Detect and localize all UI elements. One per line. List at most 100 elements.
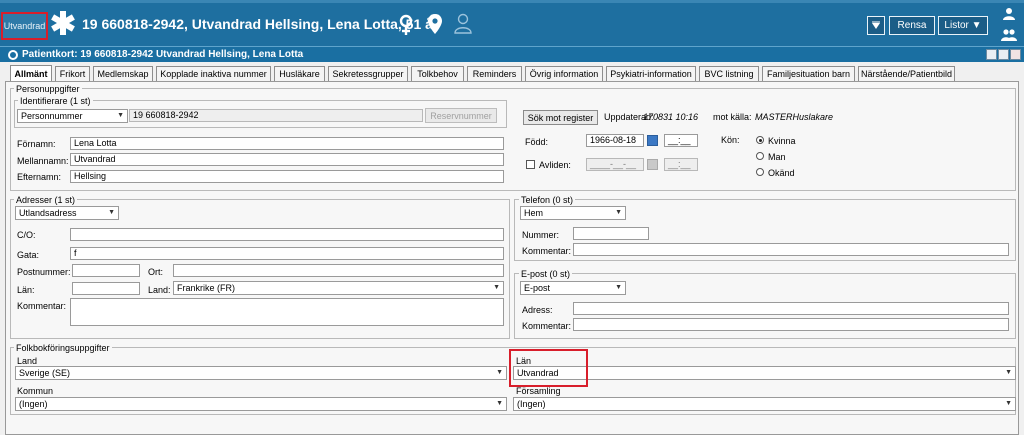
updated-value: 170831 10:16 [643,112,699,122]
co-field[interactable] [70,228,504,241]
tab-kopplade[interactable]: Kopplade inaktiva nummer [156,66,271,81]
tab-reminders[interactable]: Reminders [467,66,522,81]
avliden-checkbox[interactable] [526,160,535,169]
window-app-icon [8,50,18,60]
medical-star-icon [51,7,75,39]
lastname-label: Efternamn: [17,172,62,182]
tab-psykiatri-information[interactable]: Psykiatri-information [606,66,696,81]
tab-sekretessgrupper[interactable]: Sekretessgrupper [328,66,408,81]
phone-number-field[interactable] [573,227,649,240]
zip-field[interactable] [72,264,140,277]
street-field[interactable]: f [70,247,504,260]
gender-option-man: Man [768,152,786,162]
tab-frikort[interactable]: Frikort [55,66,90,81]
tab-huslakare[interactable]: Husläkare [274,66,325,81]
co-label: C/O: [17,230,36,240]
sok-mot-register-button[interactable]: Sök mot register [523,110,598,125]
zip-label: Postnummer: [17,267,71,277]
identifierare-legend: Identifierare (1 st) [18,96,93,106]
close-icon[interactable] [1010,49,1021,60]
calendar-icon[interactable] [647,159,658,170]
minimize-icon[interactable] [986,49,997,60]
tab-medlemskap[interactable]: Medlemskap [93,66,153,81]
gender-label: Kön: [721,135,740,145]
middlename-label: Mellannamn: [17,156,69,166]
chevron-down-icon: ▼ [615,209,622,216]
person-silhouette-icon[interactable] [453,13,473,35]
middlename-field[interactable]: Utvandrad [70,153,504,166]
city-label: Ort: [148,267,163,277]
tab-narstaende-patientbild[interactable]: Närstående/Patientbild [858,66,955,81]
tab-ovrig-information[interactable]: Övrig information [525,66,603,81]
listor-button[interactable]: Listor ▼ [938,16,988,35]
filter-button[interactable] [867,16,885,35]
email-comment-label: Kommentar: [522,321,572,331]
kommun-select[interactable]: (Ingen) ▼ [15,397,507,411]
born-label: Född: [525,137,549,147]
patient-title: 19 660818-2942, Utvandrad Hellsing, Lena… [82,16,439,32]
chevron-down-icon: ▼ [117,112,124,119]
status-badge: Utvandrad [1,12,48,40]
lastname-field[interactable]: Hellsing [70,170,504,183]
phone-type-select[interactable]: Hem ▼ [520,206,626,220]
gender-radio-okand[interactable] [756,168,764,176]
country-value: Frankrike (FR) [177,283,235,293]
telefon-legend: Telefon (0 st) [519,195,576,205]
phone-comment-label: Kommentar: [522,246,572,256]
county-field[interactable] [72,282,140,295]
dead-time-field[interactable]: __:__ [664,158,698,171]
gender-option-okand: Okänd [768,168,795,178]
tab-tolkbehov[interactable]: Tolkbehov [411,66,464,81]
phone-type-value: Hem [524,208,544,218]
lan-highlight-box [509,349,588,387]
firstname-field[interactable]: Lena Lotta [70,137,504,150]
born-date-value: 1966-08-18 [590,135,637,145]
email-type-value: E-post [524,283,551,293]
tab-familjesituation-barn[interactable]: Familjesituation barn [762,66,855,81]
address-type-select[interactable]: Utlandsadress ▼ [15,206,119,220]
location-pin-icon[interactable] [427,13,443,35]
country-label: Land: [148,285,171,295]
rensa-button[interactable]: Rensa [889,16,935,35]
address-comment-field[interactable] [70,298,504,326]
chevron-down-icon: ▼ [108,209,115,216]
gender-radio-kvinna[interactable] [756,136,764,144]
window-title-bar: Patientkort: 19 660818-2942 Utvandrad He… [0,46,1024,62]
country-select[interactable]: Frankrike (FR) ▼ [173,281,504,295]
born-date-field[interactable]: 1966-08-18 [586,134,644,147]
email-type-select[interactable]: E-post ▼ [520,281,626,295]
ident-value-field[interactable]: 19 660818-2942 [129,109,423,122]
gender-option-kvinna: Kvinna [768,136,796,146]
tab-bvc-listning[interactable]: BVC listning [699,66,759,81]
forsamling-select[interactable]: (Ingen) ▼ [513,397,1016,411]
phone-number-label: Nummer: [522,230,560,240]
kommun-value: (Ingen) [19,399,48,409]
dead-date-field[interactable]: ____-__-__ [586,158,644,171]
land-select[interactable]: Sverige (SE) ▼ [15,366,507,380]
chevron-down-icon: ▼ [971,20,982,31]
county-label: Län: [17,285,35,295]
phone-comment-field[interactable] [573,243,1009,256]
user-icon[interactable] [1000,7,1018,21]
listor-label: Listor [944,20,969,31]
forsamling-label: Församling [516,386,561,396]
users-group-icon[interactable] [1000,28,1018,42]
restore-icon[interactable] [998,49,1009,60]
gender-radio-man[interactable] [756,152,764,160]
land-label: Land [17,356,38,366]
chevron-down-icon: ▼ [1005,400,1012,407]
ident-type-select[interactable]: Personnummer ▼ [17,109,128,123]
lan-select[interactable]: Utvandrad ▼ [513,366,1016,380]
email-comment-field[interactable] [573,318,1009,331]
chevron-down-icon: ▼ [496,400,503,407]
calendar-icon[interactable] [647,135,658,146]
ident-type-value: Personnummer [21,111,83,121]
personuppgifter-legend: Personuppgifter [14,84,82,94]
born-time-field[interactable]: __:__ [664,134,698,147]
tab-allmant[interactable]: Allmänt [10,65,52,82]
city-field[interactable] [173,264,504,277]
email-address-field[interactable] [573,302,1009,315]
reservnummer-button[interactable]: Reservnummer [425,108,497,123]
dead-label: Avliden: [539,160,571,170]
address-comment-label: Kommentar: [17,301,67,311]
